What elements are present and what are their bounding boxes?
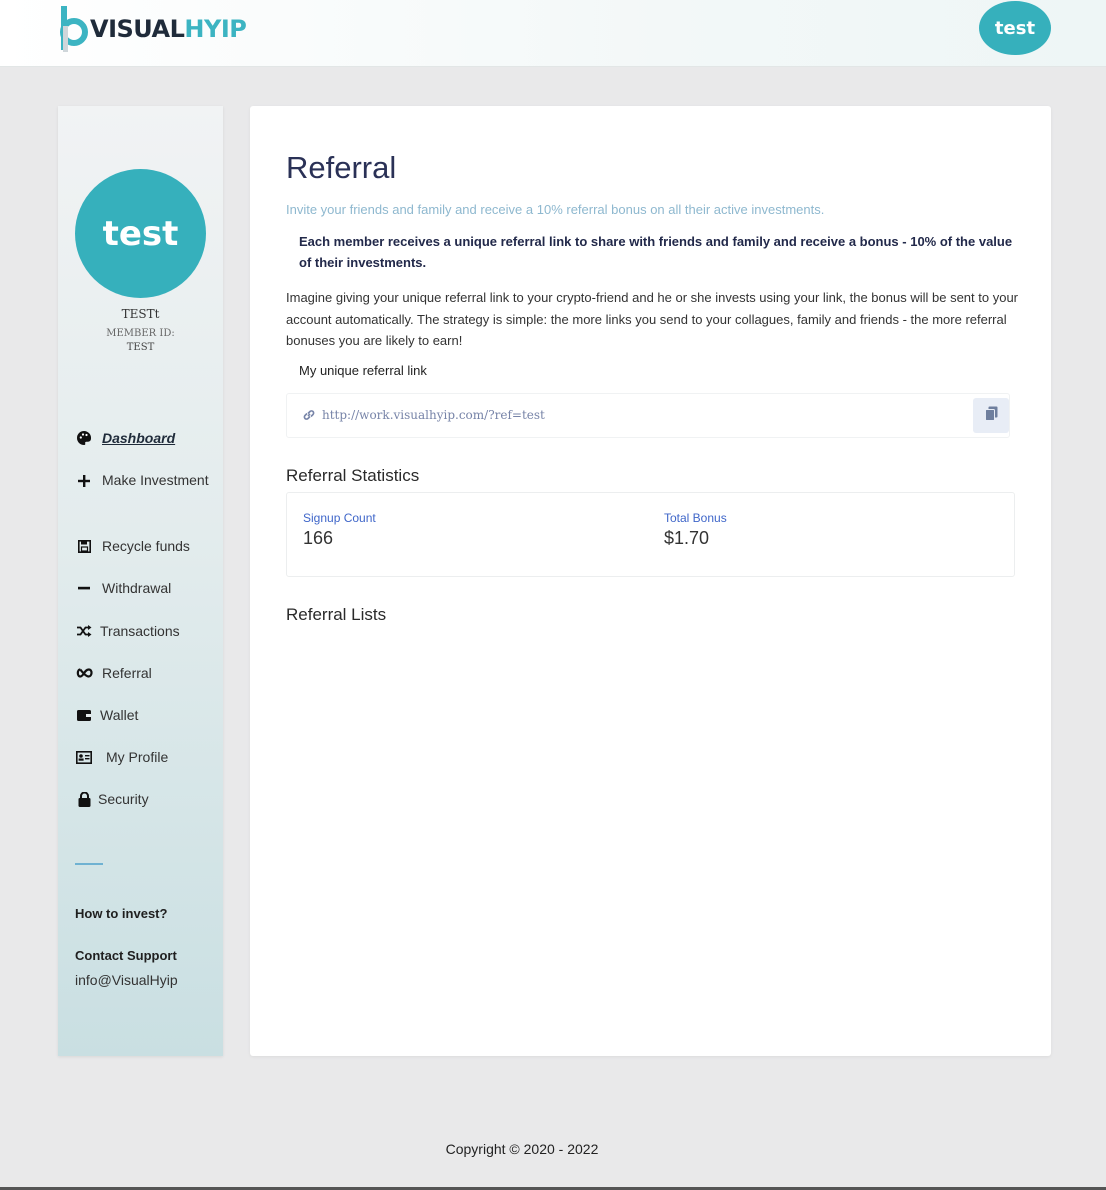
- sidebar-item-transactions[interactable]: Transactions: [75, 623, 180, 639]
- logo-mark-icon: [58, 6, 88, 52]
- referral-description: Imagine giving your unique referral link…: [286, 290, 1018, 348]
- sidebar-item-my-profile[interactable]: My Profile: [75, 749, 168, 765]
- stat-value: $1.70: [664, 528, 710, 548]
- referral-link-label: My unique referral link: [299, 363, 427, 378]
- save-icon: [75, 538, 93, 554]
- referral-link-field[interactable]: http://work.visualhyip.com/?ref=test: [286, 393, 1010, 438]
- main-panel: Referral Invite your friends and family …: [250, 106, 1051, 1056]
- member-id-label: MEMBER ID:: [106, 328, 175, 339]
- palette-icon: [75, 430, 93, 446]
- contact-support-heading: Contact Support: [75, 948, 177, 963]
- username: TESTt: [121, 307, 160, 321]
- top-header: VISUALHYIP test: [0, 0, 1106, 67]
- sidebar: test TESTt MEMBER ID: TEST Dashboard Mak…: [58, 106, 223, 1056]
- member-id-value: TEST: [126, 342, 155, 353]
- referral-callout: Each member receives a unique referral l…: [299, 234, 1013, 270]
- referral-stats-card: Signup Count 166 Total Bonus $1.70: [286, 492, 1015, 577]
- stat-signup-count: Signup Count 166: [303, 511, 376, 549]
- shuffle-icon: [75, 623, 93, 639]
- sidebar-item-label: Transactions: [100, 623, 180, 639]
- footer-copyright: Copyright © 2020 - 2022: [445, 1141, 599, 1157]
- stat-label: Signup Count: [303, 511, 376, 525]
- logo-text: VISUALHYIP: [90, 15, 247, 43]
- sidebar-item-wallet[interactable]: Wallet: [75, 707, 138, 723]
- minus-icon: [75, 580, 93, 596]
- sidebar-item-referral[interactable]: Referral: [75, 665, 152, 681]
- logo[interactable]: VISUALHYIP: [58, 4, 247, 54]
- link-icon: [302, 408, 316, 425]
- logo-text-dark: VISUAL: [90, 15, 185, 43]
- sidebar-item-label: My Profile: [106, 749, 169, 765]
- sidebar-item-label: Dashboard: [102, 430, 176, 446]
- sidebar-item-label: Withdrawal: [102, 580, 172, 596]
- copy-link-button[interactable]: [973, 398, 1009, 433]
- how-to-invest-link[interactable]: How to invest?: [75, 906, 167, 921]
- referral-lists-heading: Referral Lists: [286, 605, 387, 624]
- stat-total-bonus: Total Bonus $1.70: [664, 511, 727, 549]
- stat-value: 166: [303, 528, 334, 548]
- logo-text-accent: HYIP: [184, 15, 247, 43]
- sidebar-item-label: Make Investment: [75, 468, 209, 493]
- lock-icon: [75, 791, 93, 807]
- plus-icon: [75, 473, 93, 489]
- sidebar-item-recycle-funds[interactable]: Recycle funds: [75, 538, 190, 554]
- user-avatar-button[interactable]: test: [979, 1, 1051, 55]
- intro-text: Invite your friends and family and recei…: [286, 202, 825, 217]
- sidebar-item-label: Wallet: [100, 707, 139, 723]
- sidebar-item-label: Recycle funds: [102, 538, 190, 554]
- sidebar-item-label: Security: [98, 791, 149, 807]
- id-card-icon: [75, 749, 93, 765]
- referral-link-value[interactable]: http://work.visualhyip.com/?ref=test: [322, 408, 545, 422]
- stat-label: Total Bonus: [664, 511, 727, 525]
- sidebar-item-text: Make Investment: [102, 472, 209, 488]
- wallet-icon: [75, 707, 93, 723]
- sidebar-divider: [75, 863, 103, 865]
- profile-avatar: test: [75, 169, 206, 298]
- sidebar-item-withdrawal[interactable]: Withdrawal: [75, 580, 171, 596]
- copy-icon: [984, 406, 998, 426]
- sidebar-item-security[interactable]: Security: [75, 791, 149, 807]
- support-email[interactable]: info@VisualHyip: [75, 972, 178, 988]
- sidebar-item-make-investment[interactable]: Make Investment: [75, 468, 215, 493]
- infinity-icon: [75, 665, 93, 681]
- page-title: Referral: [286, 150, 397, 185]
- sidebar-item-label: Referral: [102, 665, 152, 681]
- sidebar-item-dashboard[interactable]: Dashboard: [75, 430, 175, 446]
- referral-statistics-heading: Referral Statistics: [286, 466, 420, 485]
